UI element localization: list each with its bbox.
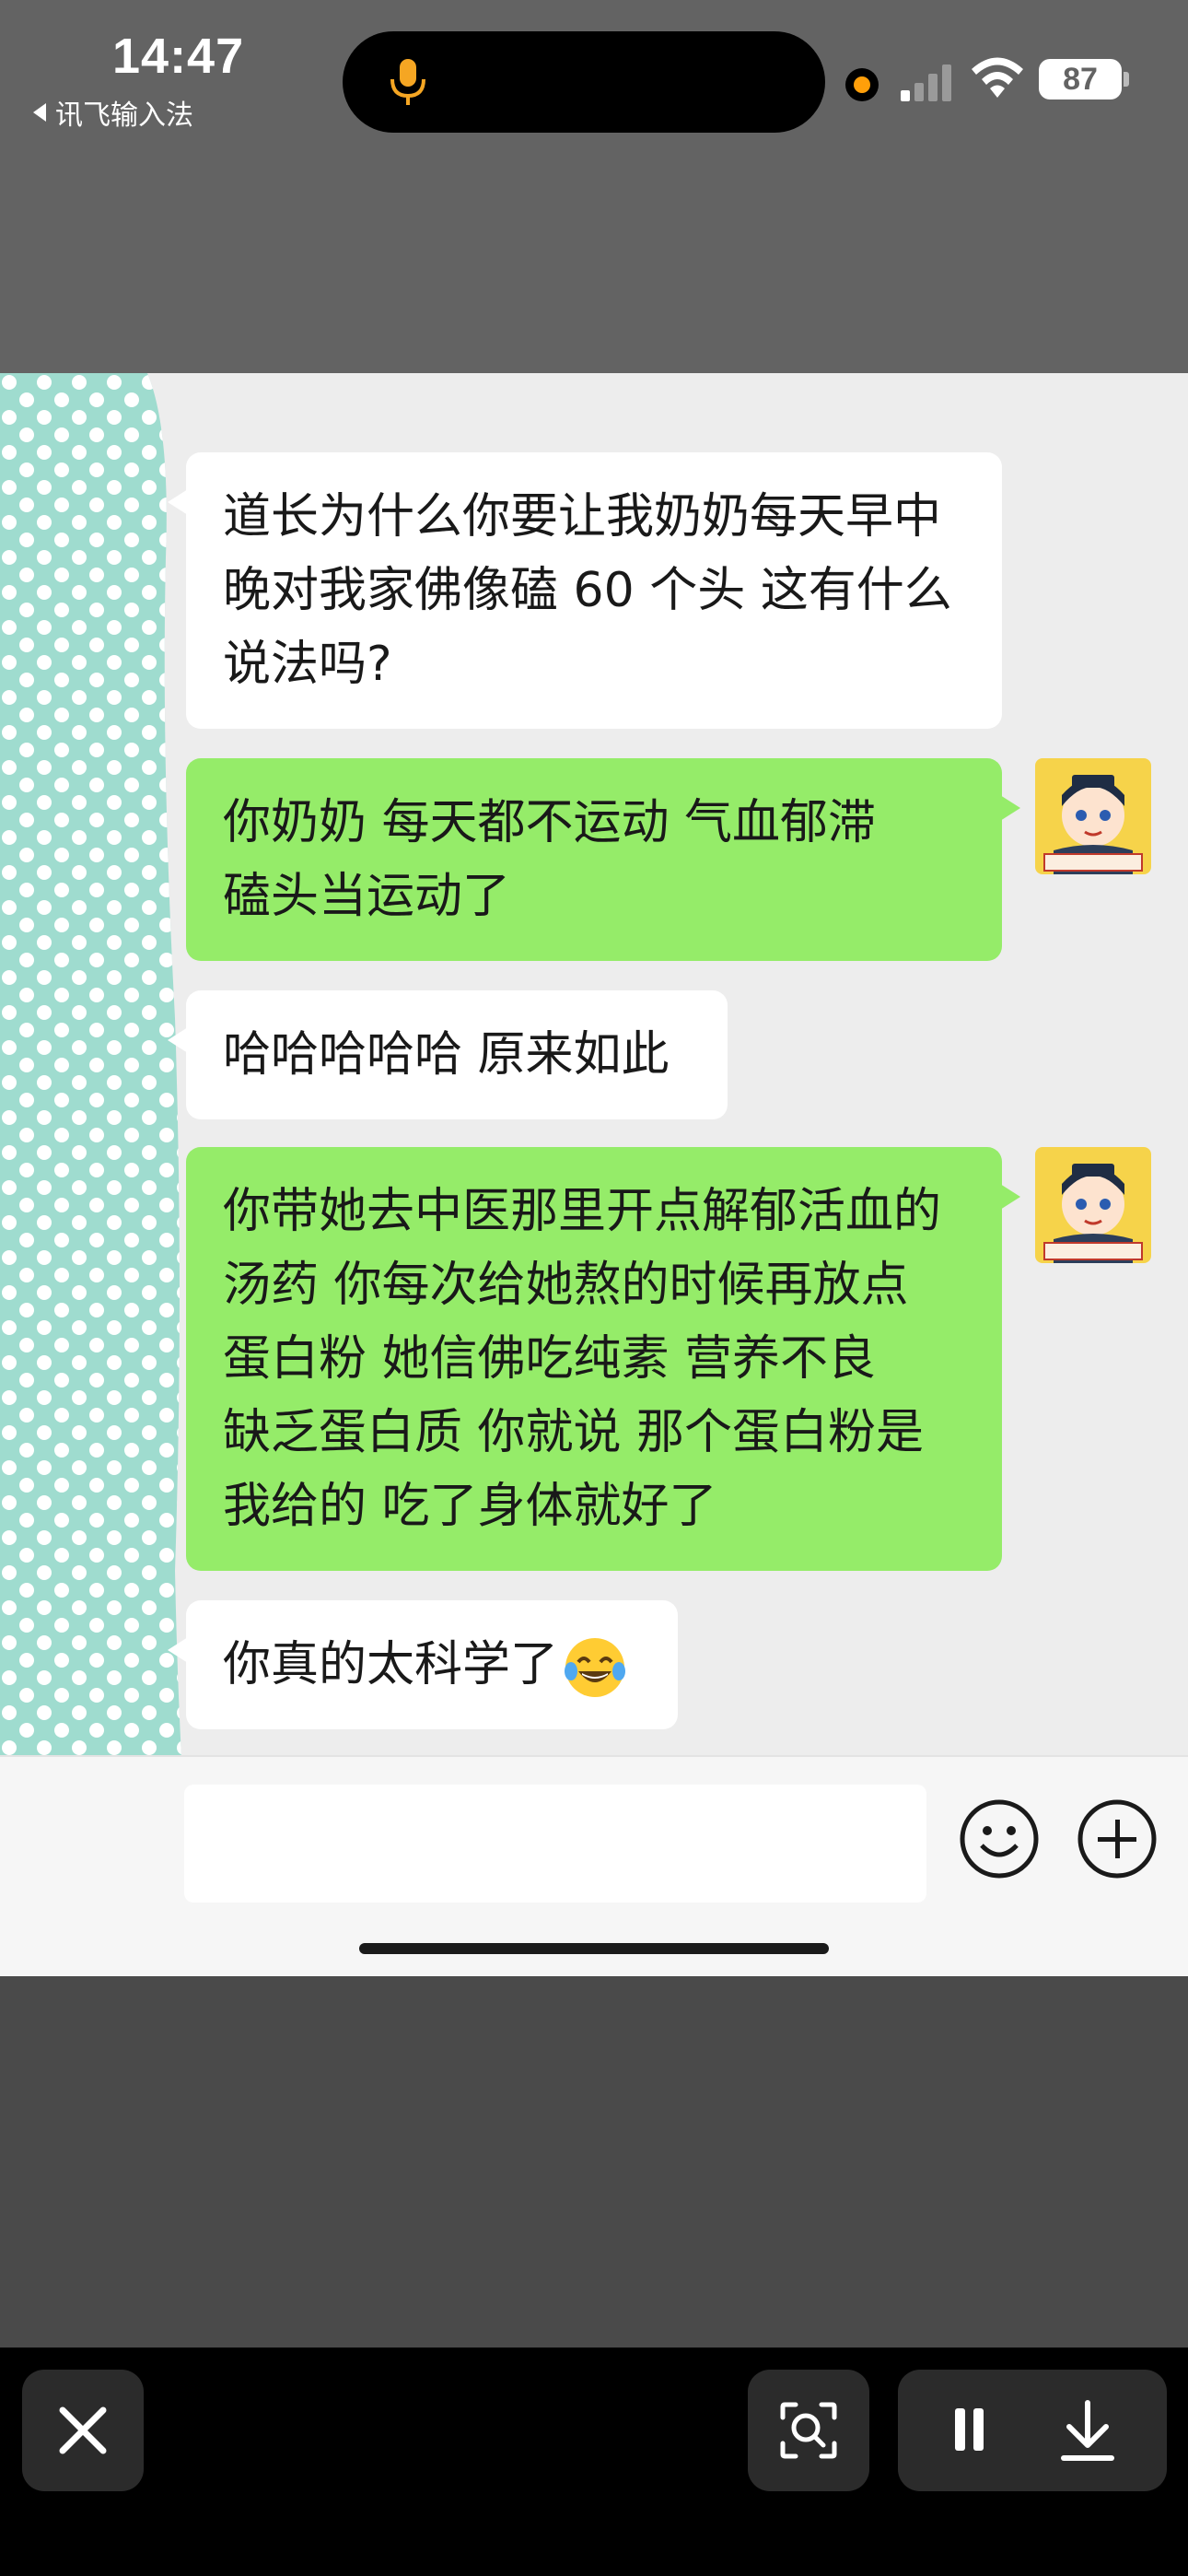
plus-icon[interactable] — [1076, 1797, 1159, 1880]
message-line: 我给的 吃了身体就好了 — [223, 1479, 717, 1534]
message-bubble-incoming[interactable]: 哈哈哈哈哈 原来如此 — [168, 990, 728, 1119]
message-bubble-outgoing[interactable]: 你带她去中医那里开点解郁活血的 汤药 你每次给她熬的时候再放点 蛋白粉 她信佛吃… — [186, 1147, 1020, 1571]
camera-dot-icon — [845, 68, 879, 101]
message-line: 磕头当运动了 — [223, 869, 511, 924]
message-line: 缺乏蛋白质 你就说 那个蛋白粉是 — [223, 1405, 925, 1460]
taoist-avatar-icon — [1035, 1147, 1151, 1263]
chat-screen: 道长为什么你要让我奶奶每天早中 晚对我家佛像磕 60 个头 这有什么 说法吗? … — [0, 373, 1188, 1976]
cellular-signal-icon — [901, 64, 951, 101]
message-line: 道长为什么你要让我奶奶每天早中 — [223, 489, 942, 544]
status-bar: 14:47 讯飞输入法 87 — [0, 0, 1188, 373]
taoist-avatar-icon — [1035, 758, 1151, 874]
message-bubble-outgoing[interactable]: 你奶奶 每天都不运动 气血郁滞 磕头当运动了 — [186, 758, 1020, 961]
close-icon — [59, 2406, 107, 2454]
preview-toolbar — [0, 2348, 1188, 2576]
message-line: 你奶奶 每天都不运动 气血郁滞 — [223, 795, 877, 850]
message-line: 你带她去中医那里开点解郁活血的 — [223, 1184, 942, 1239]
scan-button[interactable] — [748, 2370, 869, 2491]
back-arrow-icon — [33, 103, 46, 122]
mic-icon — [390, 59, 425, 105]
message-line: 蛋白粉 她信佛吃纯素 营养不良 — [223, 1331, 877, 1387]
emoji-icon[interactable] — [958, 1797, 1041, 1880]
avatar[interactable] — [1035, 1147, 1151, 1263]
message-line: 说法吗? — [223, 637, 392, 692]
back-app-label: 讯飞输入法 — [55, 100, 193, 132]
chat-input-bar — [0, 1755, 1188, 1976]
scan-icon — [780, 2402, 837, 2459]
back-to-app-link[interactable]: 讯飞输入法 — [33, 92, 193, 133]
download-icon[interactable] — [1027, 2370, 1148, 2491]
close-button[interactable] — [22, 2370, 144, 2491]
pause-icon[interactable] — [898, 2370, 1019, 2491]
message-bubble-incoming[interactable]: 你真的太科学了 — [168, 1600, 678, 1729]
message-line: 晚对我家佛像磕 60 个头 这有什么 — [223, 563, 952, 618]
dynamic-island[interactable] — [343, 31, 825, 133]
message-line: 汤药 你每次给她熬的时候再放点 — [223, 1258, 909, 1313]
media-controls — [898, 2370, 1167, 2491]
polka-dot-wallpaper — [0, 373, 198, 1976]
battery-cap — [1124, 72, 1129, 87]
message-input[interactable] — [184, 1785, 926, 1903]
laughing-tears-emoji — [565, 1638, 626, 1697]
message-text: 你真的太科学了 — [223, 1637, 559, 1692]
home-indicator[interactable] — [359, 1943, 829, 1954]
message-line: 哈哈哈哈哈 原来如此 — [223, 1027, 670, 1083]
message-bubble-incoming[interactable]: 道长为什么你要让我奶奶每天早中 晚对我家佛像磕 60 个头 这有什么 说法吗? — [168, 452, 1002, 729]
status-time: 14:47 — [112, 29, 245, 84]
avatar[interactable] — [1035, 758, 1151, 874]
wifi-icon — [972, 57, 1023, 98]
battery-icon: 87 — [1039, 59, 1122, 100]
message-line: 你真的太科学了 — [223, 1637, 628, 1697]
